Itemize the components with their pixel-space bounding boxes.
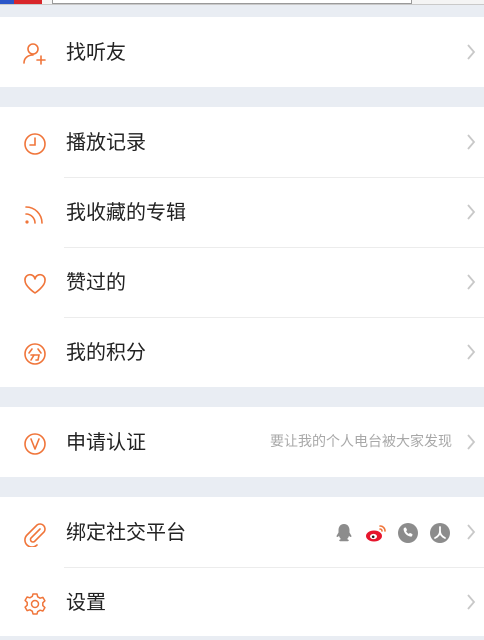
menu-item-label: 我收藏的专辑 [66, 200, 186, 224]
menu-item-my-points[interactable]: 我的积分 [0, 317, 484, 387]
menu-item-label: 申请认证 [66, 430, 146, 454]
menu-group-account: 绑定社交平台 设置 [0, 497, 484, 637]
menu-item-bind-social[interactable]: 绑定社交平台 [0, 497, 484, 567]
phone-icon[interactable] [396, 521, 420, 545]
bottom-edge [0, 636, 484, 640]
rss-icon [22, 201, 48, 227]
address-field[interactable] [52, 0, 412, 4]
chevron-right-icon [466, 344, 476, 360]
chevron-right-icon [466, 594, 476, 610]
flag-icon [0, 0, 42, 4]
verified-icon [22, 431, 48, 457]
clock-icon [22, 131, 48, 157]
menu-item-play-history[interactable]: 播放记录 [0, 107, 484, 177]
menu-item-label: 设置 [66, 590, 106, 614]
menu-item-label: 赞过的 [66, 270, 126, 294]
menu-item-liked[interactable]: 赞过的 [0, 247, 484, 317]
verification-hint: 要让我的个人电台被大家发现 [270, 434, 452, 450]
browser-top-bar [0, 0, 484, 5]
gear-icon [22, 591, 48, 617]
social-platform-icons [332, 521, 452, 545]
paperclip-icon [22, 521, 48, 547]
menu-item-label: 播放记录 [66, 130, 146, 154]
menu-item-favorite-albums[interactable]: 我收藏的专辑 [0, 177, 484, 247]
menu-group-library: 播放记录 我收藏的专辑 赞过的 我的积分 [0, 107, 484, 387]
menu-group-verification: 申请认证 要让我的个人电台被大家发现 [0, 407, 484, 477]
menu-item-label: 找听友 [66, 40, 126, 64]
menu-item-label: 我的积分 [66, 340, 146, 364]
chevron-right-icon [466, 434, 476, 450]
chevron-right-icon [466, 274, 476, 290]
chevron-right-icon [466, 204, 476, 220]
menu-item-find-friends[interactable]: 找听友 [0, 17, 484, 87]
menu-group-friends: 找听友 [0, 17, 484, 87]
chevron-right-icon [466, 134, 476, 150]
weibo-icon[interactable] [364, 521, 388, 545]
chevron-right-icon [466, 524, 476, 540]
menu-item-settings[interactable]: 设置 [0, 567, 484, 637]
menu-item-label: 绑定社交平台 [66, 520, 186, 544]
heart-icon [22, 271, 48, 297]
chevron-right-icon [466, 44, 476, 60]
menu-item-verification[interactable]: 申请认证 要让我的个人电台被大家发现 [0, 407, 484, 477]
qq-icon[interactable] [332, 521, 356, 545]
renren-icon[interactable] [428, 521, 452, 545]
add-user-icon [22, 41, 48, 67]
points-icon [22, 341, 48, 367]
